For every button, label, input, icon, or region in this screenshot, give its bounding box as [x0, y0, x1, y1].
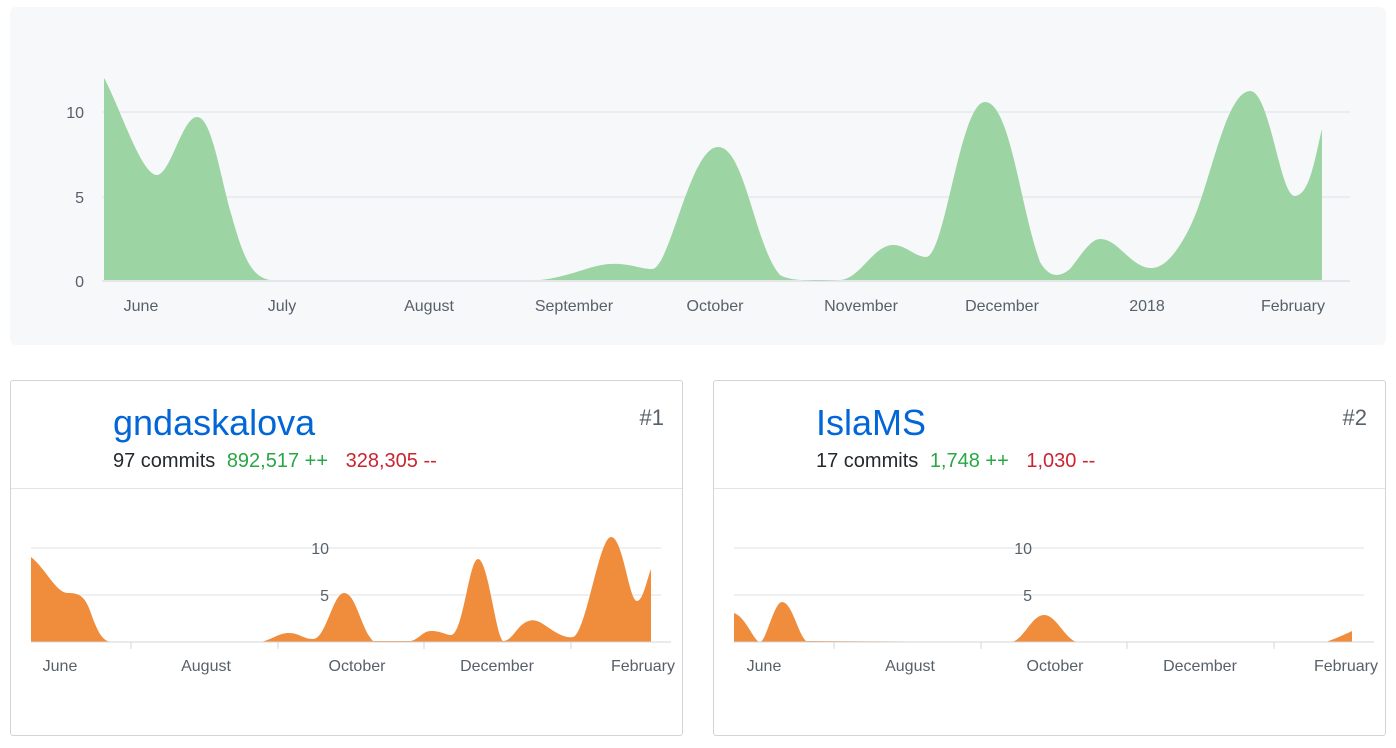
x-tick-july: July	[268, 298, 296, 315]
y-tick-10: 10	[66, 105, 84, 122]
x-tick-february: February	[611, 658, 675, 675]
x-tick-june: June	[43, 658, 78, 675]
contributor-card-1: gndaskalova 97 commits 892,517 ++ 328,30…	[10, 380, 683, 736]
x-tick-august: August	[181, 658, 231, 675]
contributor-stats: 17 commits 1,748 ++ 1,030 --	[816, 449, 1095, 473]
x-tick-december: December	[1163, 658, 1237, 675]
overview-area	[104, 78, 1322, 281]
deletions-count: 1,030 --	[1026, 450, 1096, 472]
rank-badge: #1	[639, 405, 664, 430]
x-tick-august: August	[404, 298, 454, 315]
y-tick-5: 5	[75, 190, 84, 207]
commit-count-link[interactable]: 17 commits	[816, 450, 918, 472]
x-tick-december: December	[460, 658, 534, 675]
x-tick-october: October	[1027, 658, 1085, 675]
x-tick-june: June	[124, 298, 159, 315]
contributor-area	[734, 602, 1352, 642]
overview-panel: 10 5 0 June July August September Octobe…	[10, 7, 1386, 345]
rank-badge: #2	[1342, 405, 1367, 430]
contributor-header: gndaskalova 97 commits 892,517 ++ 328,30…	[11, 381, 682, 489]
x-tick-february: February	[1261, 298, 1325, 315]
additions-count: 1,748 ++	[929, 450, 1009, 472]
commit-count-link[interactable]: 97 commits	[113, 450, 215, 472]
y-tick-10: 10	[1014, 541, 1032, 558]
username-link[interactable]: IslaMS	[816, 401, 926, 445]
y-tick-10: 10	[311, 541, 329, 558]
x-tick-2018: 2018	[1129, 298, 1165, 315]
x-tick-november: November	[824, 298, 898, 315]
y-tick-0: 0	[75, 274, 84, 291]
username-link[interactable]: gndaskalova	[113, 401, 315, 445]
x-tick-june: June	[747, 658, 782, 675]
avatar[interactable]	[728, 397, 802, 471]
deletions-count: 328,305 --	[345, 450, 437, 472]
contributor-card-2: IslaMS 17 commits 1,748 ++ 1,030 -- #2 1…	[713, 380, 1386, 736]
x-tick-october: October	[687, 298, 745, 315]
contributor-chart: 10 5 June August October December Februa…	[31, 537, 675, 675]
contributor-header: IslaMS 17 commits 1,748 ++ 1,030 -- #2	[714, 381, 1385, 489]
contributor-area	[31, 537, 651, 642]
y-tick-5: 5	[320, 588, 329, 605]
x-tick-september: September	[535, 298, 614, 315]
x-tick-august: August	[885, 658, 935, 675]
avatar[interactable]	[25, 397, 99, 471]
x-tick-december: December	[965, 298, 1039, 315]
x-tick-october: October	[329, 658, 387, 675]
overview-chart: 10 5 0 June July August September Octobe…	[66, 78, 1350, 315]
contributor-chart: 10 5 June August October December Februa…	[734, 541, 1378, 675]
x-tick-february: February	[1314, 658, 1378, 675]
y-tick-5: 5	[1023, 588, 1032, 605]
additions-count: 892,517 ++	[226, 450, 329, 472]
contributor-stats: 97 commits 892,517 ++ 328,305 --	[113, 449, 437, 473]
